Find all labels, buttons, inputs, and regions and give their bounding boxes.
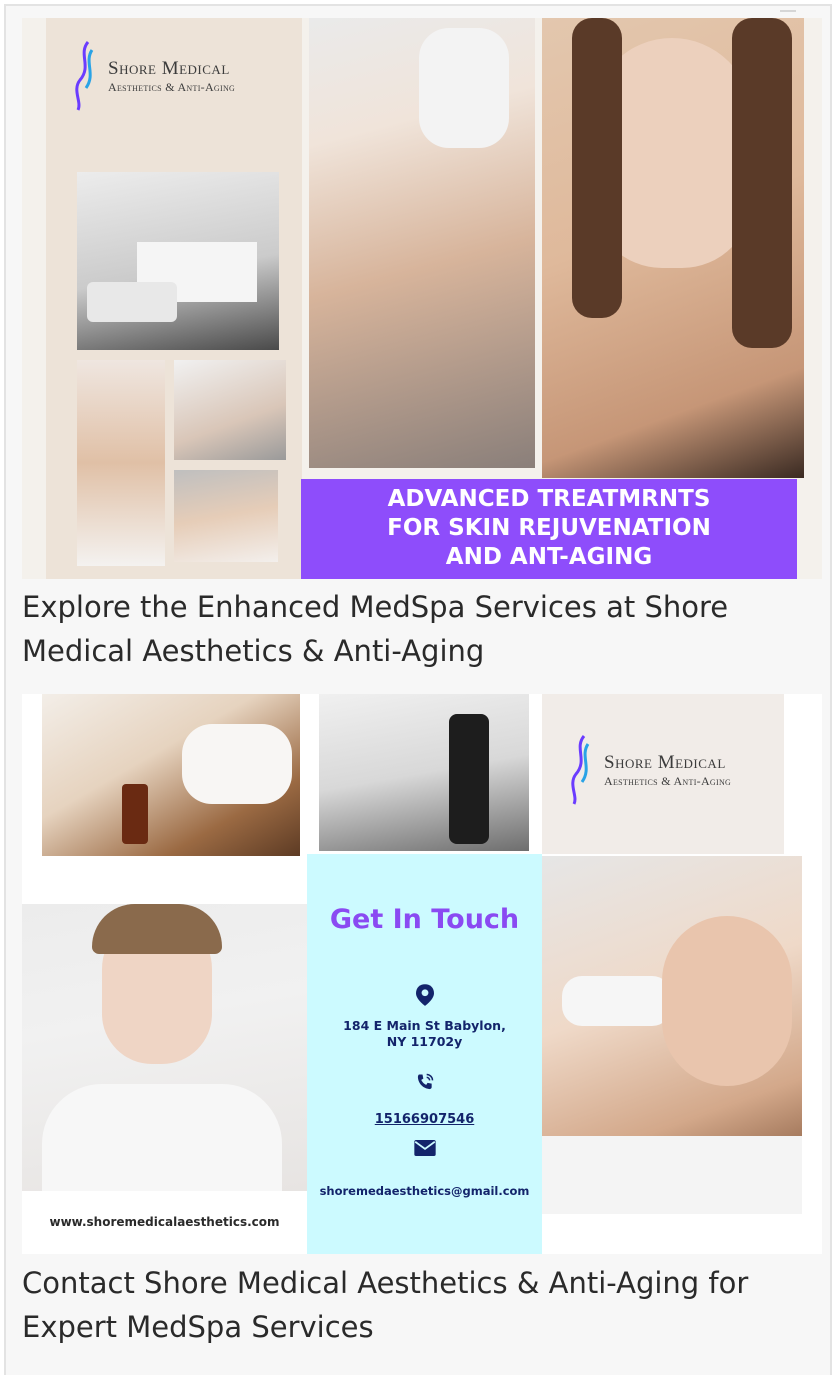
treatment-room-photo xyxy=(77,172,279,350)
website-url[interactable]: www.shoremedicalaesthetics.com xyxy=(22,1215,307,1229)
promo-banner: ADVANCED TREATMRNTS FOR SKIN REJUVENATIO… xyxy=(301,479,797,579)
address-line-2: NY 11702y xyxy=(386,1034,463,1049)
facial-treatment-photo xyxy=(174,360,286,460)
phone-icon xyxy=(417,1073,433,1090)
address-line-1: 184 E Main St Babylon, xyxy=(343,1018,506,1033)
treatments-collage-image[interactable]: Shore Medical Aesthetics & Anti-Aging AD… xyxy=(22,18,822,579)
second-image-caption: Contact Shore Medical Aesthetics & Anti-… xyxy=(22,1266,749,1344)
woman-portrait-photo xyxy=(542,18,804,478)
banner-line-3: AND ANT-AGING xyxy=(445,544,653,570)
banner-line-2: FOR SKIN REJUVENATION xyxy=(387,515,711,541)
contact-collage-image[interactable]: Shore Medical Aesthetics & Anti-Aging ww… xyxy=(22,694,822,1254)
brand-logo: Shore Medical Aesthetics & Anti-Aging xyxy=(70,40,235,112)
first-image-caption: Explore the Enhanced MedSpa Services at … xyxy=(22,590,729,668)
contact-title: Get In Touch xyxy=(329,904,520,935)
corner-mark xyxy=(780,10,796,16)
logo-title: Shore Medical xyxy=(108,57,230,79)
banner-line-1: ADVANCED TREATMRNTS xyxy=(387,486,711,512)
brand-logo-2: Shore Medical Aesthetics & Anti-Aging xyxy=(566,734,731,806)
laser-treatment-photo xyxy=(319,694,529,851)
body-contouring-photo xyxy=(77,360,165,566)
envelope-icon xyxy=(413,1140,436,1156)
page: Shore Medical Aesthetics & Anti-Aging AD… xyxy=(0,0,836,1375)
location-pin-icon xyxy=(415,984,434,1006)
spa-candles-photo xyxy=(42,694,300,856)
facial-device-treatment-photo xyxy=(542,856,802,1214)
body-treatment-photo xyxy=(174,470,278,562)
email-link[interactable]: shoremedaesthetics@gmail.com xyxy=(307,1183,542,1199)
injection-treatment-photo xyxy=(309,18,535,468)
logo-subtitle: Aesthetics & Anti-Aging xyxy=(604,773,732,788)
logo-title: Shore Medical xyxy=(604,751,726,773)
logo-subtitle: Aesthetics & Anti-Aging xyxy=(108,79,236,94)
skincare-portrait-photo xyxy=(22,904,307,1191)
logo-swirl-icon xyxy=(571,735,590,805)
contact-panel: Get In Touch 184 E Main St Babylon, NY 1… xyxy=(307,854,542,1254)
logo-swirl-icon xyxy=(75,41,94,111)
phone-link[interactable]: 15166907546 xyxy=(307,1112,542,1128)
